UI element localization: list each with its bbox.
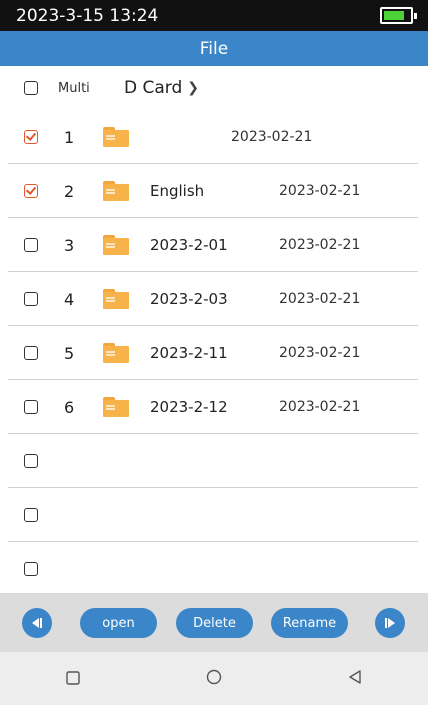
row-checkbox[interactable] <box>24 130 38 144</box>
row-checkbox[interactable] <box>24 454 38 468</box>
multi-select-checkbox[interactable] <box>24 81 38 95</box>
chevron-right-icon: ❯ <box>187 80 199 96</box>
file-row[interactable]: 6 2023-2-12 2023-02-21 <box>0 380 428 434</box>
row-number: 2 <box>64 181 75 201</box>
row-number: 3 <box>64 235 75 255</box>
home-button[interactable] <box>206 669 222 689</box>
row-number: 5 <box>64 343 75 363</box>
file-row[interactable] <box>0 434 428 488</box>
status-datetime: 2023-3-15 13:24 <box>16 5 159 26</box>
file-row[interactable]: 4 2023-2-03 2023-02-21 <box>0 272 428 326</box>
folder-icon <box>103 181 129 201</box>
file-name: 2023-2-11 <box>150 344 228 362</box>
next-page-button[interactable] <box>375 608 405 638</box>
row-checkbox[interactable] <box>24 562 38 576</box>
system-navbar <box>0 652 428 705</box>
file-date: 2023-02-21 <box>279 399 361 415</box>
file-row[interactable] <box>0 542 428 596</box>
circle-icon <box>206 669 222 685</box>
title-bar: File <box>0 31 428 66</box>
row-checkbox[interactable] <box>24 292 38 306</box>
file-row[interactable]: 3 2023-2-01 2023-02-21 <box>0 218 428 272</box>
status-bar: 2023-3-15 13:24 <box>0 0 428 31</box>
file-date: 2023-02-21 <box>231 129 313 145</box>
file-name: 2023-2-03 <box>150 290 228 308</box>
folder-icon <box>103 343 129 363</box>
folder-icon <box>103 127 129 147</box>
next-page-icon <box>385 618 395 628</box>
back-button[interactable] <box>347 669 363 689</box>
row-checkbox[interactable] <box>24 238 38 252</box>
row-number: 4 <box>64 289 75 309</box>
row-checkbox[interactable] <box>24 400 38 414</box>
rename-button[interactable]: Rename <box>271 608 348 638</box>
file-date: 2023-02-21 <box>279 237 361 253</box>
file-row[interactable]: 5 2023-2-11 2023-02-21 <box>0 326 428 380</box>
bottom-toolbar: open Delete Rename <box>0 593 428 652</box>
file-list: 1 2023-02-21 2 English 2023-02-21 3 2023-2-01 2… <box>0 110 428 596</box>
square-icon <box>66 671 80 685</box>
file-row[interactable]: 1 2023-02-21 <box>0 110 428 164</box>
triangle-back-icon <box>349 670 361 684</box>
row-checkbox[interactable] <box>24 508 38 522</box>
file-row[interactable]: 2 English 2023-02-21 <box>0 164 428 218</box>
breadcrumb[interactable]: D Card ❯ <box>124 78 199 98</box>
folder-icon <box>103 289 129 309</box>
row-checkbox[interactable] <box>24 184 38 198</box>
recent-apps-button[interactable] <box>66 670 80 689</box>
file-date: 2023-02-21 <box>279 291 361 307</box>
header-row: Multi D Card ❯ <box>0 66 428 110</box>
file-name: 2023-2-01 <box>150 236 228 254</box>
folder-icon <box>103 397 129 417</box>
row-number: 6 <box>64 397 75 417</box>
multi-label: Multi <box>58 80 90 96</box>
previous-page-button[interactable] <box>22 608 52 638</box>
breadcrumb-label: D Card <box>124 78 183 98</box>
file-date: 2023-02-21 <box>279 183 361 199</box>
open-button[interactable]: open <box>80 608 157 638</box>
delete-button[interactable]: Delete <box>176 608 253 638</box>
file-row[interactable] <box>0 488 428 542</box>
battery-icon <box>380 7 417 24</box>
file-name: 2023-2-12 <box>150 398 228 416</box>
folder-icon <box>103 235 129 255</box>
file-name: English <box>150 182 205 200</box>
file-date: 2023-02-21 <box>279 345 361 361</box>
page-title: File <box>199 38 229 59</box>
row-number: 1 <box>64 127 75 147</box>
previous-page-icon <box>32 618 42 628</box>
row-checkbox[interactable] <box>24 346 38 360</box>
